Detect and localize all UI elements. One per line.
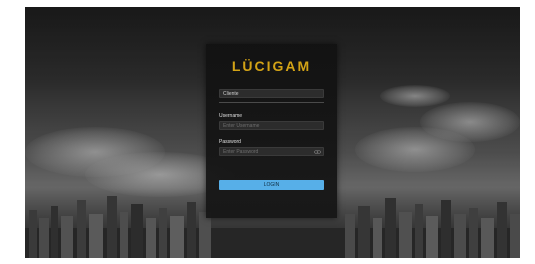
login-button[interactable]: LOGIN (219, 180, 324, 190)
server-select[interactable]: Cliente (219, 89, 324, 98)
password-label: Password (219, 139, 241, 145)
username-field[interactable]: Enter Username (219, 121, 324, 130)
cloud (380, 85, 450, 107)
username-placeholder: Enter Username (223, 123, 260, 129)
login-panel: LÜCIGAM Cliente Username Enter Username … (206, 44, 337, 218)
username-label: Username (219, 113, 243, 119)
eye-icon[interactable] (314, 149, 321, 155)
divider (219, 102, 324, 103)
password-placeholder: Enter Password (223, 149, 259, 155)
server-select-value: Cliente (223, 91, 239, 97)
cloud (355, 127, 475, 172)
brand-logo: LÜCIGAM (231, 58, 312, 74)
password-field[interactable]: Enter Password (219, 147, 324, 156)
